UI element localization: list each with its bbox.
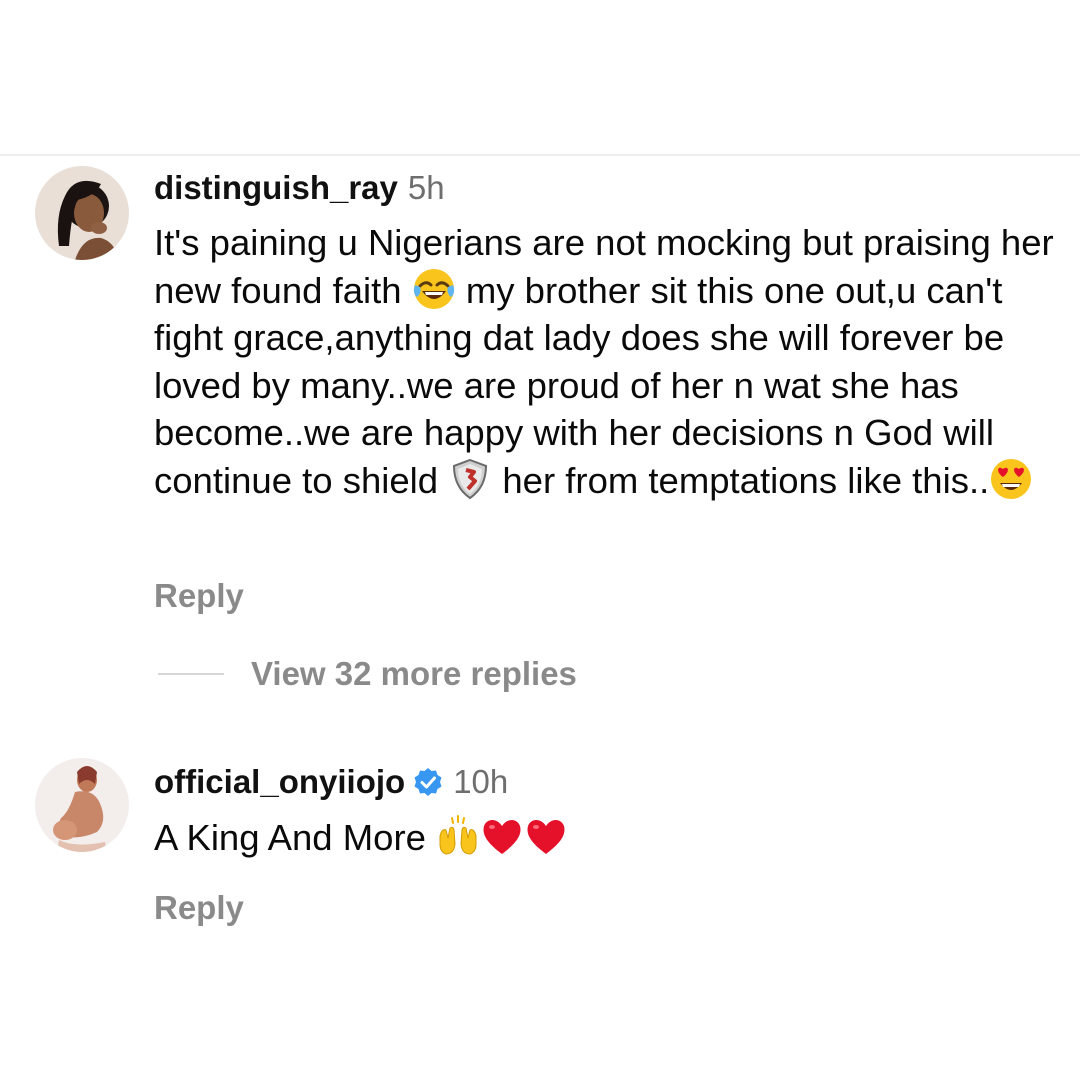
view-more-replies-button[interactable]: View 32 more replies	[158, 654, 577, 694]
comment-timestamp: 5h	[407, 169, 445, 206]
comment-text-part: her from temptations like this..	[492, 459, 990, 501]
replies-divider	[158, 673, 224, 675]
red-heart-icon	[524, 814, 568, 858]
comment-text: A King And More	[154, 814, 1064, 862]
raising-hands-icon	[436, 814, 480, 858]
reply-button[interactable]: Reply	[154, 888, 244, 928]
top-divider	[0, 154, 1080, 156]
comment-username[interactable]: official_onyiiojo	[154, 763, 405, 800]
comment-username[interactable]: distinguish_ray	[154, 169, 398, 206]
comment-text-part: A King And More	[154, 817, 437, 858]
verified-badge-icon	[413, 767, 443, 797]
comment-timestamp: 10h	[453, 763, 509, 800]
view-more-replies-label: View 32 more replies	[251, 655, 577, 692]
comment-header: official_onyiiojo 10h	[154, 762, 508, 802]
avatar[interactable]	[35, 758, 129, 852]
reply-button[interactable]: Reply	[154, 576, 244, 616]
face-with-tears-of-joy-icon	[412, 267, 456, 311]
comment-text: It's paining u Nigerians are not mocking…	[154, 219, 1064, 504]
shield-icon	[448, 457, 492, 501]
avatar[interactable]	[35, 166, 129, 260]
red-heart-icon	[480, 814, 524, 858]
heart-eyes-icon	[989, 457, 1033, 501]
comment-header: distinguish_ray 5h	[154, 168, 445, 208]
